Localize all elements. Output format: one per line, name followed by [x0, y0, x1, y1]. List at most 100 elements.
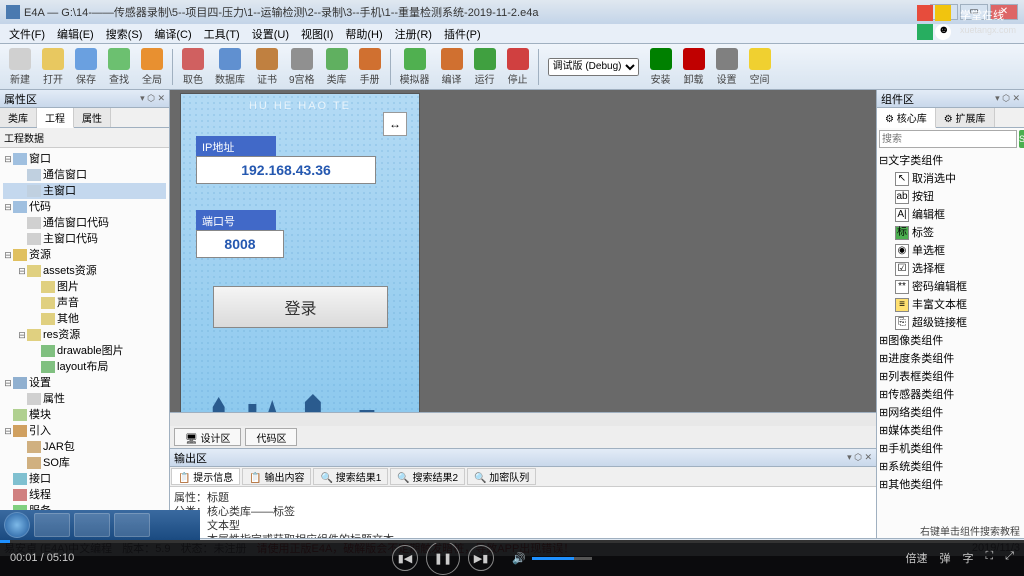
phone-preview[interactable]: HU HE HAO TE ↔ IP地址 192.168.43.36 端口号 80…: [180, 93, 420, 412]
tree-node[interactable]: 声音: [3, 295, 166, 311]
component-group[interactable]: ⊞ 其他类组件: [879, 476, 1022, 494]
component-group[interactable]: ⊞ 手机类组件: [879, 440, 1022, 458]
output-tab[interactable]: 🔍 加密队列: [467, 468, 536, 485]
tree-node[interactable]: 主窗口代码: [3, 231, 166, 247]
ip-input[interactable]: 192.168.43.36: [196, 156, 376, 184]
component-item[interactable]: ⎘超级链接框: [879, 314, 1022, 332]
component-tree[interactable]: ⊟ 文字类组件↖取消选中ab按钮A|编辑框标标签◉单选框☑选择框**密码编辑框≡…: [877, 150, 1024, 496]
component-item[interactable]: ◉单选框: [879, 242, 1022, 260]
design-tab[interactable]: 代码区: [245, 428, 297, 446]
output-tab[interactable]: 📋 提示信息: [171, 468, 240, 485]
tree-node[interactable]: ⊟引入: [3, 423, 166, 439]
design-canvas[interactable]: HU HE HAO TE ↔ IP地址 192.168.43.36 端口号 80…: [170, 90, 876, 412]
menu-item[interactable]: 编辑(E): [52, 24, 99, 44]
next-button[interactable]: ▶▮: [468, 545, 494, 571]
component-item[interactable]: ab按钮: [879, 188, 1022, 206]
tree-node[interactable]: 接口: [3, 471, 166, 487]
tree-node[interactable]: drawable图片: [3, 343, 166, 359]
login-button[interactable]: 登录: [213, 286, 388, 328]
hscroll[interactable]: [170, 412, 876, 426]
toolbar-停止[interactable]: 停止: [502, 46, 534, 88]
output-tab[interactable]: 🔍 搜索结果2: [390, 468, 465, 485]
toolbar-保存[interactable]: 保存: [70, 46, 102, 88]
toolbar-证书[interactable]: 证书: [251, 46, 283, 88]
toolbar-新建[interactable]: 新建: [4, 46, 36, 88]
project-tree[interactable]: ⊟窗口通信窗口主窗口⊟代码通信窗口代码主窗口代码⊟资源⊟assets资源图片声音…: [0, 148, 169, 522]
port-input[interactable]: 8008: [196, 230, 284, 258]
component-group[interactable]: ⊞ 进度条类组件: [879, 350, 1022, 368]
menu-item[interactable]: 设置(U): [247, 24, 294, 44]
component-group[interactable]: ⊞ 列表框类组件: [879, 368, 1022, 386]
component-group[interactable]: ⊟ 文字类组件: [879, 152, 1022, 170]
toolbar-打开[interactable]: 打开: [37, 46, 69, 88]
component-item[interactable]: ☑选择框: [879, 260, 1022, 278]
swap-icon-button[interactable]: ↔: [383, 112, 407, 136]
toolbar-编译[interactable]: 编译: [436, 46, 468, 88]
panel-pins[interactable]: ▾ ⬡ ✕: [140, 93, 165, 104]
tree-node[interactable]: ⊟代码: [3, 199, 166, 215]
toolbar-安装[interactable]: 安装: [645, 46, 677, 88]
component-group[interactable]: ⊞ 网络类组件: [879, 404, 1022, 422]
port-label[interactable]: 端口号: [196, 210, 276, 232]
component-pins[interactable]: ▾ ⬡ ✕: [995, 93, 1020, 104]
tree-node[interactable]: SO库: [3, 455, 166, 471]
component-group[interactable]: ⊞ 系统类组件: [879, 458, 1022, 476]
component-search-input[interactable]: [879, 130, 1017, 148]
component-group[interactable]: ⊞ 媒体类组件: [879, 422, 1022, 440]
prev-button[interactable]: ▮◀: [392, 545, 418, 571]
component-item[interactable]: ≡丰富文本框: [879, 296, 1022, 314]
toolbar-类库[interactable]: 类库: [321, 46, 353, 88]
component-item[interactable]: 标标签: [879, 224, 1022, 242]
output-pins[interactable]: ▾ ⬡ ✕: [847, 452, 872, 463]
design-tab[interactable]: 🖥 设计区: [174, 428, 241, 446]
pip-icon[interactable]: ⛶: [985, 550, 993, 566]
left-tab[interactable]: 工程: [37, 108, 74, 128]
menu-item[interactable]: 视图(I): [296, 24, 338, 44]
tree-node[interactable]: 其他: [3, 311, 166, 327]
toolbar-取色[interactable]: 取色: [177, 46, 209, 88]
taskbar-item[interactable]: [114, 513, 150, 537]
build-mode-select[interactable]: 调试版 (Debug): [548, 58, 639, 76]
volume-control[interactable]: 🔊: [512, 552, 592, 565]
volume-slider[interactable]: [532, 557, 592, 560]
component-item[interactable]: A|编辑框: [879, 206, 1022, 224]
volume-icon[interactable]: 🔊: [512, 552, 526, 565]
speed-button[interactable]: 倍速: [905, 550, 927, 566]
menu-item[interactable]: 文件(F): [4, 24, 50, 44]
danmu-icon[interactable]: 弹: [939, 550, 950, 566]
search-button[interactable]: SA: [1019, 130, 1024, 148]
toolbar-卸载[interactable]: 卸载: [678, 46, 710, 88]
toolbar-9宫格[interactable]: 9宫格: [284, 46, 320, 88]
tree-node[interactable]: 模块: [3, 407, 166, 423]
tree-node[interactable]: ⊟资源: [3, 247, 166, 263]
component-group[interactable]: ⊞ 传感器类组件: [879, 386, 1022, 404]
menu-item[interactable]: 插件(P): [439, 24, 486, 44]
menu-item[interactable]: 编译(C): [149, 24, 196, 44]
right-tab[interactable]: ⚙ 扩展库: [936, 108, 995, 127]
fullscreen-icon[interactable]: ⤢: [1005, 550, 1014, 566]
toolbar-设置[interactable]: 设置: [711, 46, 743, 88]
tree-node[interactable]: ⊟设置: [3, 375, 166, 391]
toolbar-手册[interactable]: 手册: [354, 46, 386, 88]
progress-bar[interactable]: [0, 540, 1024, 543]
tree-node[interactable]: layout布局: [3, 359, 166, 375]
toolbar-运行[interactable]: 运行: [469, 46, 501, 88]
tree-node[interactable]: JAR包: [3, 439, 166, 455]
component-item[interactable]: **密码编辑框: [879, 278, 1022, 296]
tree-node[interactable]: 图片: [3, 279, 166, 295]
tree-node[interactable]: ⊟assets资源: [3, 263, 166, 279]
menu-item[interactable]: 注册(R): [390, 24, 437, 44]
menu-item[interactable]: 工具(T): [199, 24, 245, 44]
toolbar-模拟器[interactable]: 模拟器: [395, 46, 435, 88]
tree-node[interactable]: 属性: [3, 391, 166, 407]
tree-node[interactable]: 通信窗口代码: [3, 215, 166, 231]
taskbar[interactable]: [0, 510, 200, 540]
left-tab[interactable]: 属性: [74, 108, 111, 127]
start-button[interactable]: [4, 512, 30, 538]
toolbar-数据库[interactable]: 数据库: [210, 46, 250, 88]
ip-label[interactable]: IP地址: [196, 136, 276, 158]
toolbar-查找[interactable]: 查找: [103, 46, 135, 88]
tree-node[interactable]: 线程: [3, 487, 166, 503]
right-tab[interactable]: ⚙ 核心库: [877, 108, 936, 128]
taskbar-item[interactable]: [74, 513, 110, 537]
